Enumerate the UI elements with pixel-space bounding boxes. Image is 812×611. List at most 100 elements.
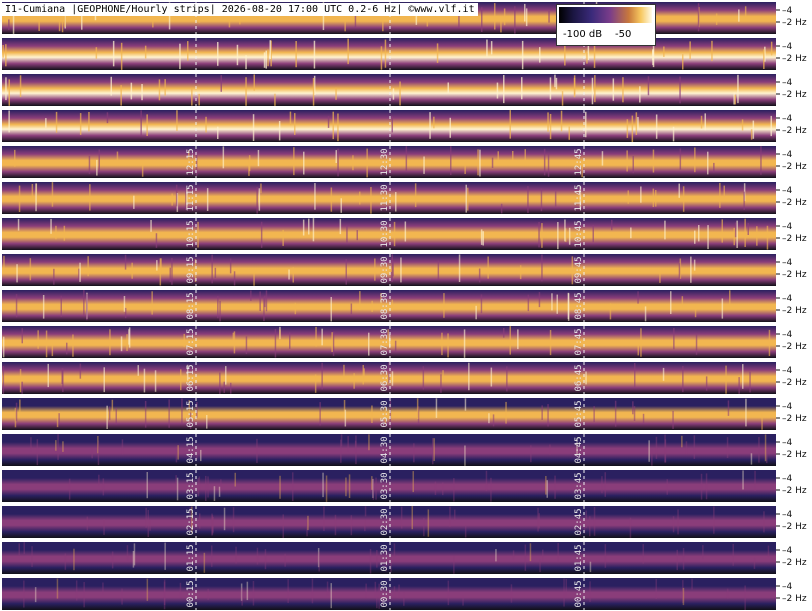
strip-streak <box>86 516 89 531</box>
strip-streak <box>292 472 294 502</box>
strip-streak <box>330 187 333 212</box>
freq-tick-label: –4 <box>782 150 793 160</box>
strip-streak <box>704 113 706 131</box>
time-marker-label: 10:45 <box>574 220 584 247</box>
strip-streak <box>372 478 375 500</box>
strip-streak <box>257 150 260 167</box>
strip-streak <box>376 550 378 568</box>
chart-title: I1-Cumiana |GEOPHONE/Hourly strips| 2026… <box>2 3 478 16</box>
strip-streak <box>152 16 154 28</box>
strip-streak <box>212 516 214 533</box>
strip-streak <box>350 303 353 315</box>
strip-streak <box>126 334 128 351</box>
strip-streak <box>392 88 395 100</box>
strip-streak <box>140 110 142 136</box>
strip-streak <box>269 40 271 59</box>
strip-streak <box>436 43 439 63</box>
time-marker-label: 06:15 <box>186 364 196 391</box>
strip-streak <box>571 256 574 285</box>
strip-streak <box>449 506 451 527</box>
strip-streak <box>694 147 696 173</box>
time-marker-label: 02:45 <box>574 508 584 535</box>
strip-streak <box>463 329 466 358</box>
strip-streak <box>705 473 708 500</box>
strip-streak <box>294 113 296 135</box>
strip-streak <box>423 156 425 174</box>
strip-streak <box>547 153 550 177</box>
strip-streak <box>713 506 715 534</box>
strip-streak <box>729 290 731 308</box>
strip-streak <box>412 471 414 493</box>
strip-streak <box>626 119 629 138</box>
strip-streak <box>449 117 451 138</box>
strip-streak <box>289 111 292 126</box>
strip-streak <box>230 382 232 394</box>
hour-strip: 05:15 05:30 05:45 –4 –2 Hz <box>2 398 807 430</box>
freq-tick-label: –4 <box>782 582 793 592</box>
strip-streak <box>120 42 123 70</box>
strip-streak <box>56 578 59 599</box>
strip-streak <box>345 259 347 285</box>
strip-streak <box>398 584 400 599</box>
strip-streak <box>673 328 675 350</box>
strip-streak <box>217 296 219 319</box>
strip-streak <box>700 115 703 129</box>
strip-streak <box>88 155 91 175</box>
strip-streak <box>568 227 571 245</box>
strip-streak <box>3 255 5 274</box>
strip-streak <box>514 6 516 34</box>
strip-streak <box>350 515 353 536</box>
strip-streak <box>218 486 221 497</box>
freq-tick-label: –4 <box>782 258 793 268</box>
strip-streak <box>332 331 335 356</box>
strip-streak <box>145 507 147 528</box>
strip-streak <box>252 581 255 606</box>
strip-streak <box>517 329 519 350</box>
strip-streak <box>761 412 763 430</box>
strip-streak <box>307 515 309 531</box>
strip-streak <box>30 437 32 452</box>
strip-streak <box>651 449 653 466</box>
strip-streak <box>647 76 650 96</box>
strip-streak <box>734 94 736 105</box>
strip-streak <box>627 190 629 204</box>
time-marker-label: 01:15 <box>186 544 196 571</box>
time-marker-label: 10:15 <box>186 220 196 247</box>
strip-streak <box>433 438 435 461</box>
freq-tick-label: –4 <box>782 474 793 484</box>
strip-streak <box>5 77 7 101</box>
strip-streak <box>228 16 231 28</box>
strip-streak <box>168 399 170 428</box>
strip-streak <box>2 336 5 358</box>
strip-streak <box>682 366 684 393</box>
strip-streak <box>400 257 402 283</box>
strip-streak <box>447 82 449 94</box>
time-marker-label: 03:45 <box>574 472 584 499</box>
strip-streak <box>87 256 89 277</box>
strip-streak <box>539 47 541 63</box>
strip-streak <box>537 507 539 532</box>
strip-streak <box>343 364 345 380</box>
strip-streak <box>233 271 236 286</box>
colorbar-min-label: -100 dB <box>563 29 603 40</box>
strip-streak <box>726 588 729 599</box>
strip-streak <box>541 254 543 282</box>
strip-streak <box>368 332 370 356</box>
strip-streak <box>512 151 514 163</box>
strip-streak <box>524 149 526 164</box>
strip-streak <box>764 434 767 462</box>
strip-streak <box>211 254 213 284</box>
strip-streak <box>393 543 396 557</box>
time-marker-label: 05:45 <box>574 400 584 427</box>
strip-streak <box>282 514 284 538</box>
strip-streak <box>702 545 704 560</box>
strip-streak <box>554 74 556 88</box>
hour-strip: 00:15 00:30 00:45 –4 –2 Hz <box>2 578 807 610</box>
strip-streak <box>634 363 636 388</box>
strip-streak <box>492 414 495 427</box>
strip-streak <box>63 225 66 241</box>
strip-streak <box>655 190 657 207</box>
strip-streak <box>294 302 297 315</box>
strip-streak <box>561 91 564 106</box>
strip-streak <box>554 191 557 207</box>
